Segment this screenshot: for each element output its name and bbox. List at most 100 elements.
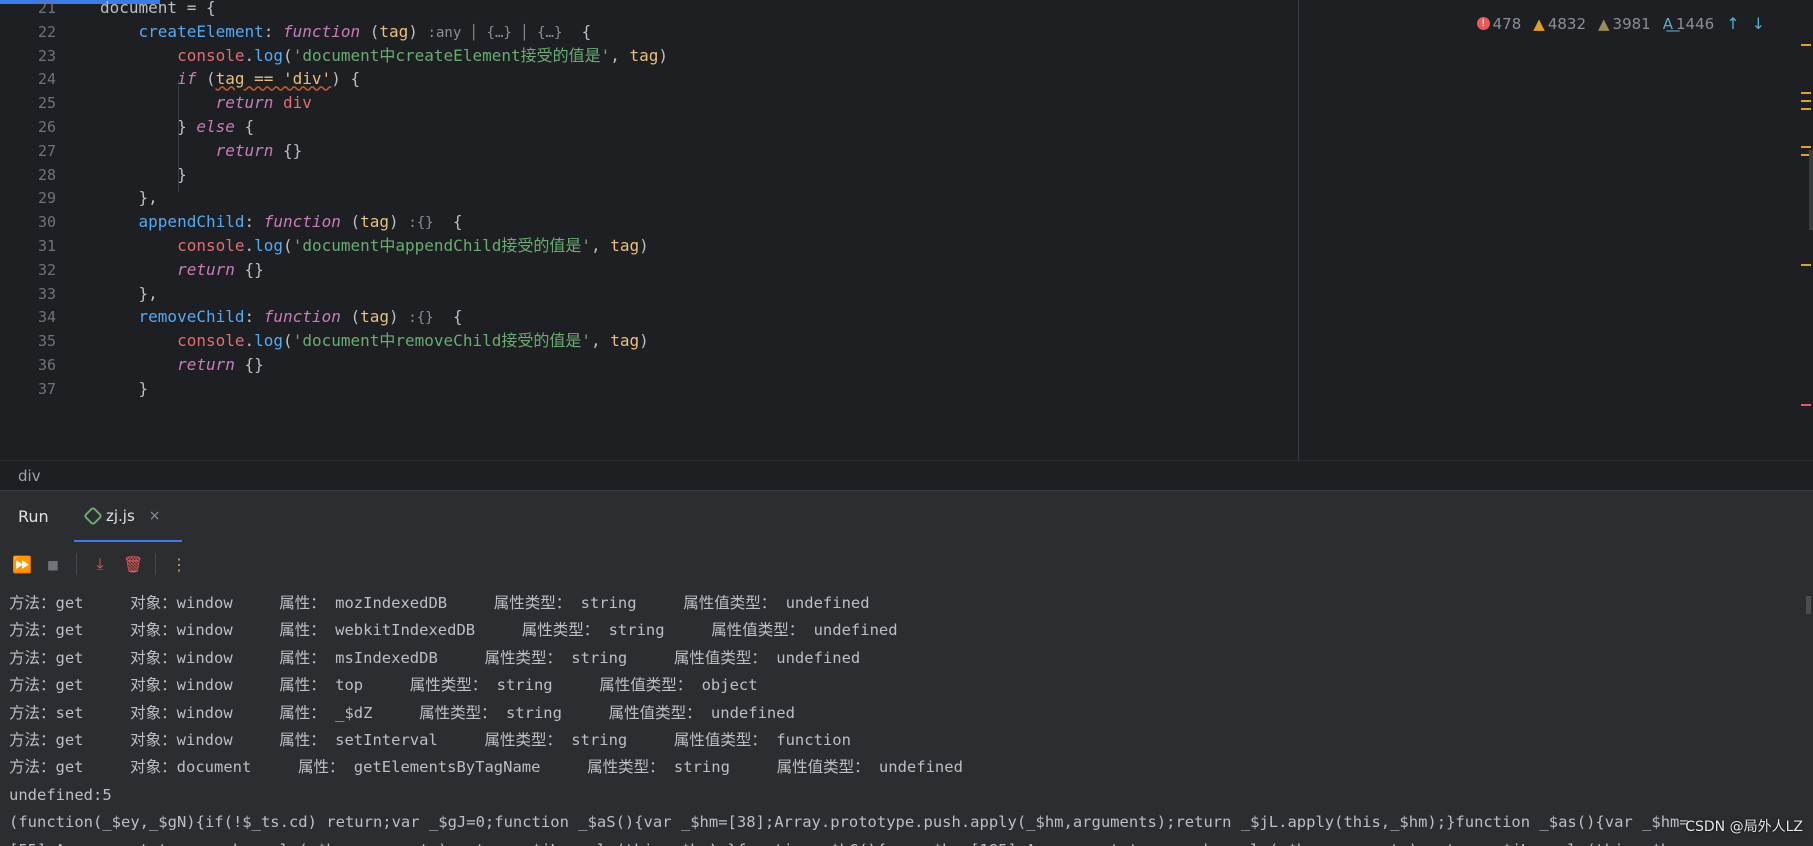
line-number: 25: [37, 94, 56, 113]
code-token: ,: [590, 331, 611, 351]
code-token: if: [177, 69, 197, 89]
line-number: 30: [37, 213, 56, 232]
code-token: },: [100, 283, 158, 303]
console-line: 方法：get 对象：document 属性： getElementsByTagN…: [9, 758, 963, 777]
code-line[interactable]: appendChild: function (tag) :{} {: [100, 211, 463, 233]
breadcrumb[interactable]: div: [0, 460, 1813, 490]
code-token: }: [100, 164, 187, 184]
code-line[interactable]: return {}: [100, 259, 264, 281]
line-number: 34: [37, 308, 56, 327]
code-token: tag: [610, 236, 640, 255]
code-editor[interactable]: 21 22 23 24 25 26 27 28 29 30 31 32 33 34 35 36 37 docum…: [0, 0, 1813, 460]
code-token: console: [177, 331, 245, 351]
code-token: ): [639, 331, 649, 351]
code-token: }: [100, 378, 149, 398]
code-token: ,: [610, 45, 630, 65]
code-token: .: [244, 331, 255, 351]
code-token: return: [177, 259, 235, 279]
console-line: undefined:5: [9, 785, 112, 804]
line-number: 21: [37, 0, 56, 17]
error-count[interactable]: ! 478: [1476, 15, 1521, 33]
line-number: 36: [37, 356, 56, 374]
inspection-widget[interactable]: ! 478 ▲ 4832 ▲ 3981 A͟ 1446 ↑ ↓: [1476, 14, 1765, 33]
console-line: 方法：get 对象：window 属性： msIndexedDB 属性类型： s…: [9, 648, 861, 667]
indent-guide: [178, 152, 179, 192]
line-number: 32: [37, 260, 56, 279]
line-number: 24: [37, 70, 56, 89]
console-output[interactable]: 方法：get 对象：window 属性： mozIndexedDB 属性类型： …: [0, 586, 1813, 846]
code-line[interactable]: if (tag == 'div') {: [100, 68, 360, 90]
error-stripe[interactable]: [1799, 30, 1813, 460]
code-token: {}: [234, 259, 264, 279]
code-line[interactable]: return div: [100, 92, 312, 114]
toolbar-divider: [76, 553, 77, 575]
code-line[interactable]: console.log('document中appendChild接受的值是',…: [100, 235, 649, 257]
code-token: ): [658, 45, 669, 65]
code-token: createElement: [138, 21, 264, 41]
line-number: 28: [37, 165, 56, 184]
run-title[interactable]: Run: [18, 507, 49, 526]
weak-warning-icon: ▲: [1598, 14, 1610, 33]
typo-icon: A͟: [1662, 14, 1673, 33]
code-line[interactable]: removeChild: function (tag) :{} {: [100, 306, 463, 328]
code-token: return: [177, 355, 235, 374]
code-token: console: [177, 45, 245, 65]
editor-scrollbar[interactable]: [1809, 150, 1813, 230]
code-token: function: [263, 212, 341, 232]
nodejs-icon: [83, 505, 103, 526]
code-line[interactable]: return {}: [100, 140, 303, 162]
code-token: div: [283, 93, 312, 113]
code-token: :: [263, 21, 284, 41]
code-token: tag: [629, 45, 659, 65]
line-number: 29: [37, 189, 56, 208]
code-line[interactable]: createElement: function (tag) :any │ {…}…: [100, 21, 592, 43]
code-line[interactable]: },: [100, 187, 158, 209]
code-token: :{}: [408, 215, 434, 232]
code-line[interactable]: }: [100, 378, 149, 400]
stop-icon[interactable]: ■: [44, 555, 62, 574]
code-token: log: [254, 236, 284, 255]
tab-zj-js[interactable]: zj.js ×: [74, 491, 182, 543]
code-token: :{}: [408, 310, 434, 327]
code-token: log: [254, 331, 284, 351]
code-token: {: [433, 307, 463, 327]
line-number-gutter: 21 22 23 24 25 26 27 28 29 30 31 32 33 34 35 36 37: [0, 0, 88, 460]
typo-count[interactable]: A͟ 1446: [1663, 15, 1714, 33]
console-scrollbar[interactable]: [1806, 596, 1811, 614]
code-token: (: [283, 331, 293, 351]
scroll-to-end-icon[interactable]: ⤓: [91, 554, 109, 574]
clear-trash-icon[interactable]: 🗑: [123, 555, 143, 574]
code-token: return: [215, 140, 274, 160]
code-line[interactable]: return {}: [100, 354, 264, 376]
code-token: }: [100, 117, 197, 136]
next-highlight-icon[interactable]: ↓: [1752, 14, 1765, 33]
warning-count[interactable]: ▲ 4832: [1533, 15, 1586, 33]
console-line: (function(_$ey,_$gN){if(!$_ts.cd) return…: [9, 813, 1689, 832]
code-line[interactable]: document = {: [100, 0, 216, 19]
code-line[interactable]: }: [100, 164, 187, 186]
close-icon[interactable]: ×: [149, 508, 161, 524]
weak-warning-count[interactable]: ▲ 3981: [1598, 15, 1651, 33]
more-options-icon[interactable]: ⋮: [170, 555, 188, 574]
rerun-icon[interactable]: ⏩: [12, 555, 32, 574]
code-area[interactable]: document = { createElement: function (ta…: [100, 0, 1300, 460]
code-line[interactable]: console.log('document中removeChild接受的值是',…: [100, 330, 649, 352]
code-token: tag: [360, 307, 389, 327]
code-token: document = {: [100, 0, 216, 17]
breadcrumb-item[interactable]: div: [18, 467, 41, 485]
previous-highlight-icon[interactable]: ↑: [1726, 14, 1739, 33]
run-tool-window-header: Run zj.js ×: [0, 490, 1813, 543]
code-token: function: [283, 21, 361, 41]
code-token: removeChild: [138, 307, 245, 327]
code-token: ): [389, 212, 409, 232]
code-line[interactable]: console.log('document中createElement接受的值是…: [100, 45, 668, 67]
code-token: ): [408, 21, 428, 41]
code-line[interactable]: },: [100, 283, 158, 305]
